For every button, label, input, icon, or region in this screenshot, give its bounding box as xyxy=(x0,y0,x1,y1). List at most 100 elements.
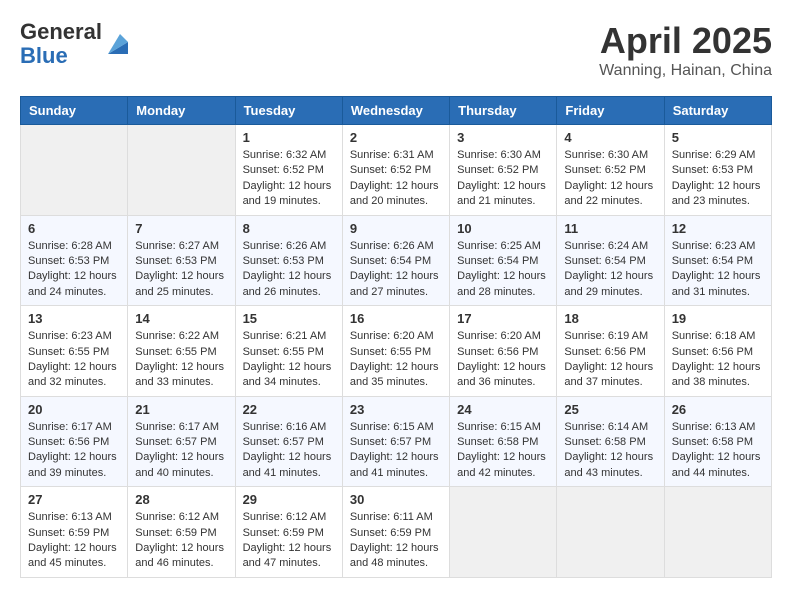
calendar-cell: 11Sunrise: 6:24 AMSunset: 6:54 PMDayligh… xyxy=(557,215,664,306)
day-number: 25 xyxy=(564,402,656,417)
calendar-cell: 20Sunrise: 6:17 AMSunset: 6:56 PMDayligh… xyxy=(21,396,128,487)
day-number: 15 xyxy=(243,311,335,326)
day-number: 30 xyxy=(350,492,442,507)
calendar-cell: 18Sunrise: 6:19 AMSunset: 6:56 PMDayligh… xyxy=(557,306,664,397)
day-number: 29 xyxy=(243,492,335,507)
calendar-cell: 24 Sunrise: 6:15 AMSunset: 6:58 PMDayligh… xyxy=(450,396,557,487)
calendar-week-row: 27 Sunrise: 6:13 AMSunset: 6:59 PMDayligh… xyxy=(21,487,772,578)
day-info: Sunrise: 6:29 AMSunset: 6:53 PMDaylight:… xyxy=(672,148,764,210)
day-number: 12 xyxy=(672,221,764,236)
day-info: Sunrise: 6:23 AMSunset: 6:54 PMDaylight:… xyxy=(672,239,764,301)
day-number: 4 xyxy=(564,130,656,145)
calendar-cell: 2 Sunrise: 6:31 AMSunset: 6:52 PMDaylight… xyxy=(342,125,449,216)
logo-general: General Blue xyxy=(20,20,102,68)
day-info: Sunrise: 6:30 AMSunset: 6:52 PMDaylight:… xyxy=(457,148,549,210)
day-number: 22 xyxy=(243,402,335,417)
day-number: 10 xyxy=(457,221,549,236)
calendar-cell: 7 Sunrise: 6:27 AMSunset: 6:53 PMDaylight… xyxy=(128,215,235,306)
day-number: 19 xyxy=(672,311,764,326)
calendar-cell xyxy=(128,125,235,216)
calendar-cell: 27 Sunrise: 6:13 AMSunset: 6:59 PMDayligh… xyxy=(21,487,128,578)
day-number: 11 xyxy=(564,221,656,236)
day-info: Sunrise: 6:30 AMSunset: 6:52 PMDaylight:… xyxy=(564,148,656,210)
day-info: Sunrise: 6:26 AMSunset: 6:53 PMDaylight:… xyxy=(243,239,335,301)
day-number: 5 xyxy=(672,130,764,145)
day-number: 9 xyxy=(350,221,442,236)
calendar-cell: 12 Sunrise: 6:23 AMSunset: 6:54 PMDayligh… xyxy=(664,215,771,306)
day-info: Sunrise: 6:11 AMSunset: 6:59 PMDaylight:… xyxy=(350,510,442,572)
day-info: Sunrise: 6:16 AMSunset: 6:57 PMDaylight:… xyxy=(243,420,335,482)
calendar-cell: 9 Sunrise: 6:26 AMSunset: 6:54 PMDaylight… xyxy=(342,215,449,306)
calendar-cell: 8 Sunrise: 6:26 AMSunset: 6:53 PMDaylight… xyxy=(235,215,342,306)
calendar-cell: 6Sunrise: 6:28 AMSunset: 6:53 PMDaylight… xyxy=(21,215,128,306)
day-info: Sunrise: 6:17 AMSunset: 6:57 PMDaylight:… xyxy=(135,420,227,482)
day-number: 3 xyxy=(457,130,549,145)
logo-icon xyxy=(104,30,132,58)
day-info: Sunrise: 6:27 AMSunset: 6:53 PMDaylight:… xyxy=(135,239,227,301)
day-number: 14 xyxy=(135,311,227,326)
day-number: 7 xyxy=(135,221,227,236)
weekday-header-tuesday: Tuesday xyxy=(235,97,342,125)
calendar-cell xyxy=(21,125,128,216)
calendar-table: SundayMondayTuesdayWednesdayThursdayFrid… xyxy=(20,96,772,578)
day-info: Sunrise: 6:13 AMSunset: 6:58 PMDaylight:… xyxy=(672,420,764,482)
calendar-cell: 30 Sunrise: 6:11 AMSunset: 6:59 PMDayligh… xyxy=(342,487,449,578)
page-header: General Blue April 2025 Wanning, Hainan,… xyxy=(20,20,772,80)
calendar-cell: 1Sunrise: 6:32 AMSunset: 6:52 PMDaylight… xyxy=(235,125,342,216)
day-number: 24 xyxy=(457,402,549,417)
calendar-cell: 21 Sunrise: 6:17 AMSunset: 6:57 PMDayligh… xyxy=(128,396,235,487)
day-number: 27 xyxy=(28,492,120,507)
calendar-cell: 23 Sunrise: 6:15 AMSunset: 6:57 PMDayligh… xyxy=(342,396,449,487)
weekday-header-thursday: Thursday xyxy=(450,97,557,125)
weekday-header-saturday: Saturday xyxy=(664,97,771,125)
day-number: 26 xyxy=(672,402,764,417)
day-number: 16 xyxy=(350,311,442,326)
weekday-header-monday: Monday xyxy=(128,97,235,125)
day-info: Sunrise: 6:17 AMSunset: 6:56 PMDaylight:… xyxy=(28,420,120,482)
calendar-cell xyxy=(557,487,664,578)
calendar-cell: 15 Sunrise: 6:21 AMSunset: 6:55 PMDayligh… xyxy=(235,306,342,397)
day-number: 17 xyxy=(457,311,549,326)
day-info: Sunrise: 6:21 AMSunset: 6:55 PMDaylight:… xyxy=(243,329,335,391)
calendar-cell: 29Sunrise: 6:12 AMSunset: 6:59 PMDayligh… xyxy=(235,487,342,578)
calendar-cell: 26 Sunrise: 6:13 AMSunset: 6:58 PMDayligh… xyxy=(664,396,771,487)
day-info: Sunrise: 6:14 AMSunset: 6:58 PMDaylight:… xyxy=(564,420,656,482)
day-info: Sunrise: 6:20 AMSunset: 6:55 PMDaylight:… xyxy=(350,329,442,391)
weekday-header-row: SundayMondayTuesdayWednesdayThursdayFrid… xyxy=(21,97,772,125)
day-info: Sunrise: 6:32 AMSunset: 6:52 PMDaylight:… xyxy=(243,148,335,210)
day-info: Sunrise: 6:22 AMSunset: 6:55 PMDaylight:… xyxy=(135,329,227,391)
day-number: 13 xyxy=(28,311,120,326)
day-info: Sunrise: 6:18 AMSunset: 6:56 PMDaylight:… xyxy=(672,329,764,391)
calendar-week-row: 6Sunrise: 6:28 AMSunset: 6:53 PMDaylight… xyxy=(21,215,772,306)
day-info: Sunrise: 6:23 AMSunset: 6:55 PMDaylight:… xyxy=(28,329,120,391)
day-info: Sunrise: 6:15 AMSunset: 6:57 PMDaylight:… xyxy=(350,420,442,482)
calendar-cell: 5 Sunrise: 6:29 AMSunset: 6:53 PMDaylight… xyxy=(664,125,771,216)
calendar-cell: 22 Sunrise: 6:16 AMSunset: 6:57 PMDayligh… xyxy=(235,396,342,487)
day-info: Sunrise: 6:12 AMSunset: 6:59 PMDaylight:… xyxy=(135,510,227,572)
day-info: Sunrise: 6:15 AMSunset: 6:58 PMDaylight:… xyxy=(457,420,549,482)
calendar-cell: 17 Sunrise: 6:20 AMSunset: 6:56 PMDayligh… xyxy=(450,306,557,397)
calendar-cell xyxy=(450,487,557,578)
calendar-cell xyxy=(664,487,771,578)
day-info: Sunrise: 6:26 AMSunset: 6:54 PMDaylight:… xyxy=(350,239,442,301)
day-number: 8 xyxy=(243,221,335,236)
calendar-cell: 4 Sunrise: 6:30 AMSunset: 6:52 PMDaylight… xyxy=(557,125,664,216)
title-block: April 2025 Wanning, Hainan, China xyxy=(599,20,772,80)
day-info: Sunrise: 6:25 AMSunset: 6:54 PMDaylight:… xyxy=(457,239,549,301)
day-number: 28 xyxy=(135,492,227,507)
day-info: Sunrise: 6:20 AMSunset: 6:56 PMDaylight:… xyxy=(457,329,549,391)
calendar-week-row: 20Sunrise: 6:17 AMSunset: 6:56 PMDayligh… xyxy=(21,396,772,487)
calendar-week-row: 1Sunrise: 6:32 AMSunset: 6:52 PMDaylight… xyxy=(21,125,772,216)
calendar-cell: 10 Sunrise: 6:25 AMSunset: 6:54 PMDayligh… xyxy=(450,215,557,306)
calendar-cell: 28 Sunrise: 6:12 AMSunset: 6:59 PMDayligh… xyxy=(128,487,235,578)
day-number: 23 xyxy=(350,402,442,417)
calendar-cell: 19 Sunrise: 6:18 AMSunset: 6:56 PMDayligh… xyxy=(664,306,771,397)
calendar-cell: 3 Sunrise: 6:30 AMSunset: 6:52 PMDaylight… xyxy=(450,125,557,216)
calendar-cell: 14 Sunrise: 6:22 AMSunset: 6:55 PMDayligh… xyxy=(128,306,235,397)
calendar-week-row: 13 Sunrise: 6:23 AMSunset: 6:55 PMDayligh… xyxy=(21,306,772,397)
day-number: 2 xyxy=(350,130,442,145)
day-number: 21 xyxy=(135,402,227,417)
day-number: 18 xyxy=(564,311,656,326)
day-info: Sunrise: 6:13 AMSunset: 6:59 PMDaylight:… xyxy=(28,510,120,572)
day-info: Sunrise: 6:31 AMSunset: 6:52 PMDaylight:… xyxy=(350,148,442,210)
